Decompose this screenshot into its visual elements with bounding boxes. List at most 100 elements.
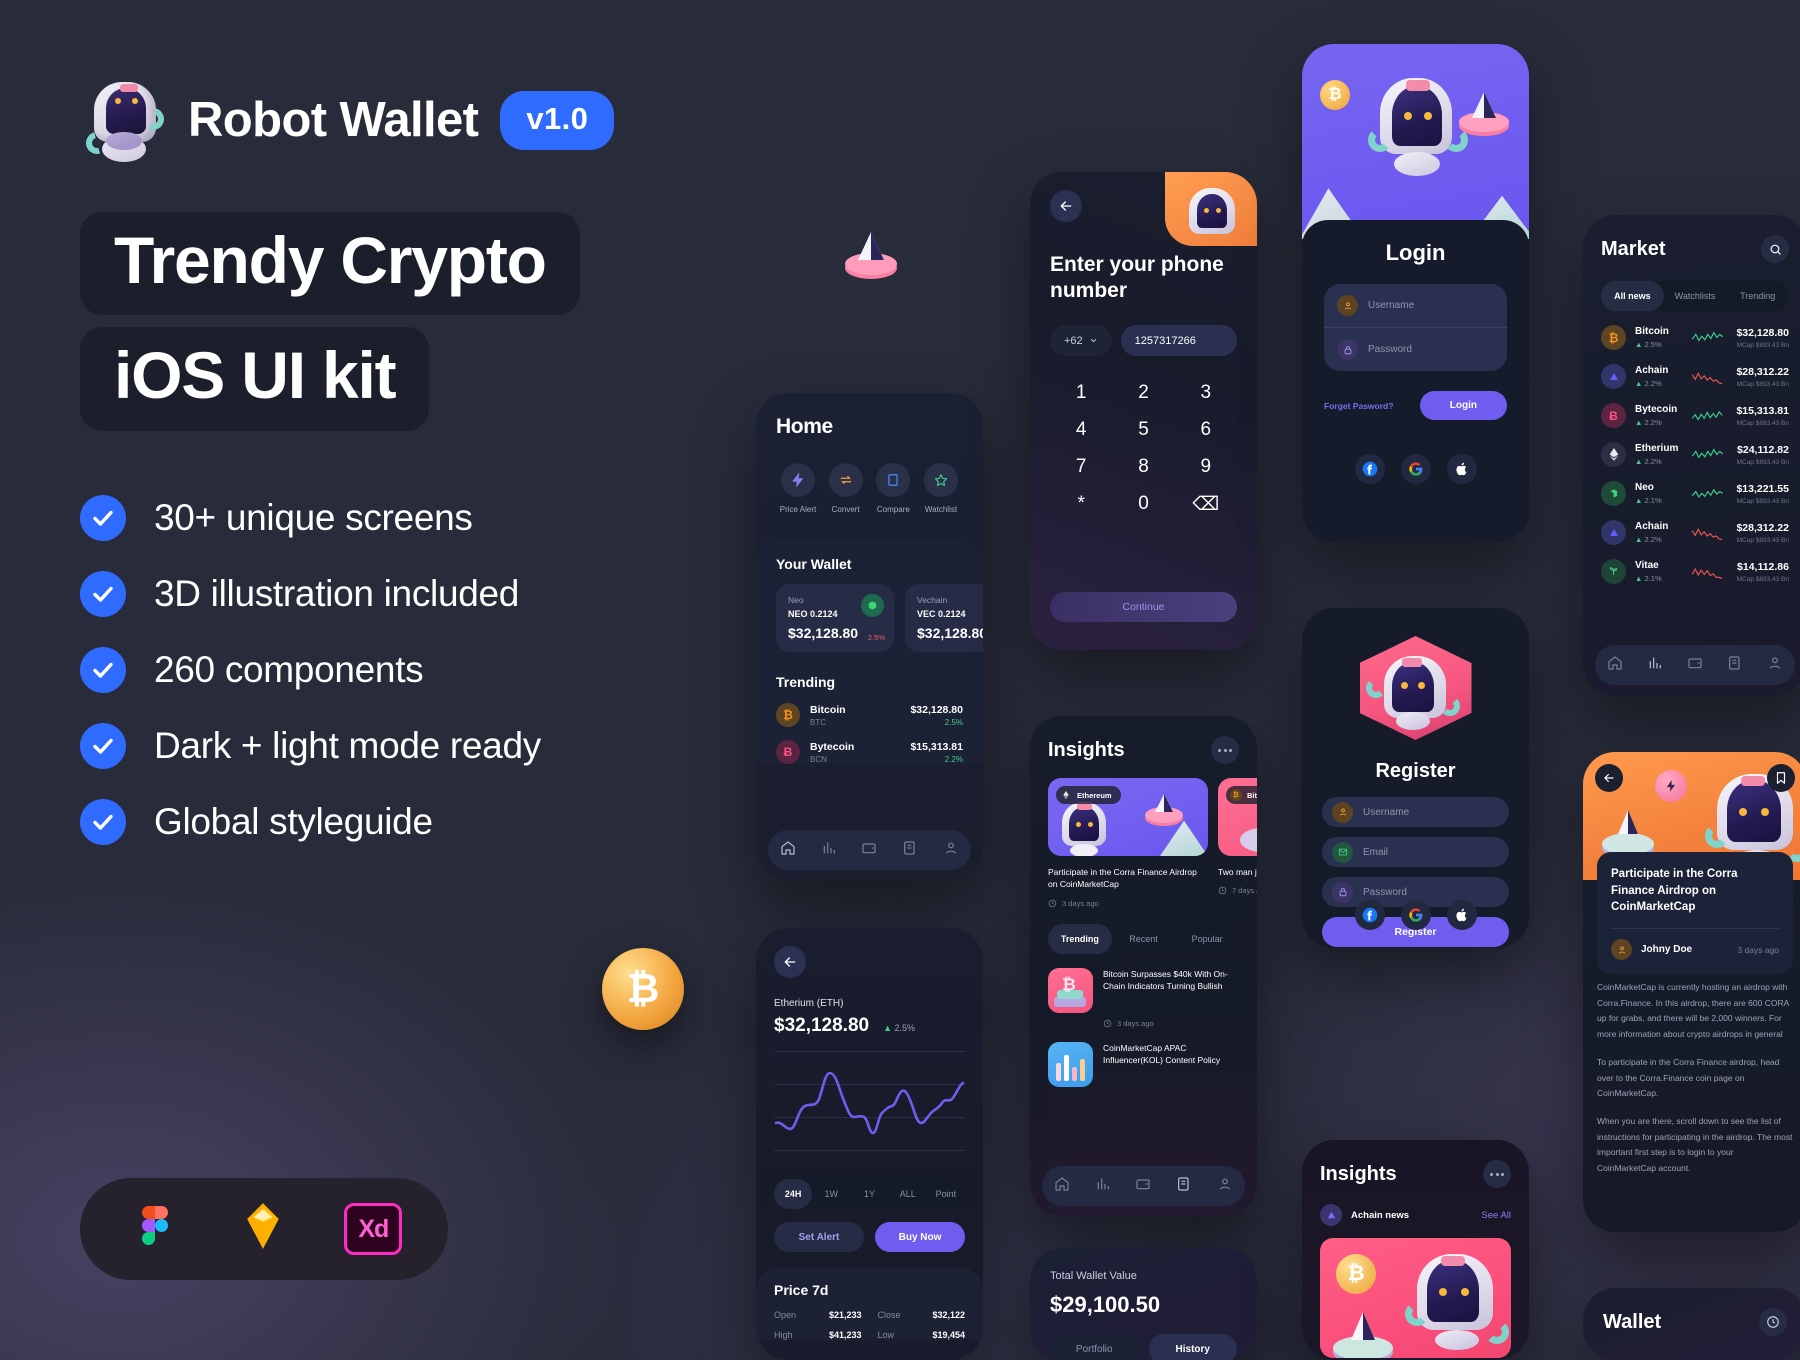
market-row[interactable]: Ƀ Bytecoin ▲ 2.2% $15,313.81 MCap $893.4… [1601, 403, 1789, 428]
phone-number-input[interactable]: 1257317266 [1120, 325, 1237, 357]
range-24h[interactable]: 24H [774, 1179, 813, 1209]
nav-news-icon[interactable] [1727, 655, 1743, 676]
swap-icon [828, 463, 863, 497]
clock-icon[interactable] [1759, 1308, 1787, 1336]
nav-news-icon[interactable] [902, 840, 918, 861]
market-row[interactable]: Etherium ▲ 2.2% $24,112.82 MCap $893.43 … [1601, 442, 1789, 467]
register-username-field[interactable]: Username [1322, 797, 1509, 827]
continue-button[interactable]: Continue [1050, 592, 1237, 622]
search-icon[interactable] [1761, 235, 1789, 263]
login-fields: Username Password [1324, 284, 1507, 371]
keypad-key-0[interactable]: 0 [1112, 493, 1174, 516]
nav-stats-icon[interactable] [821, 840, 837, 861]
nav-news-icon[interactable] [1176, 1176, 1192, 1197]
trending-row[interactable]: Ƀ Bytecoin BCN $15,313.81 2.2% [776, 740, 963, 764]
see-all-link[interactable]: See All [1481, 1210, 1511, 1221]
tab-watchlists[interactable]: Watchlists [1664, 281, 1727, 311]
wallet-card[interactable]: Neo NEO 0.2124 $32,128.80 2.5% [776, 584, 894, 652]
apple-icon[interactable] [1446, 454, 1477, 484]
forgot-password-link[interactable]: Forget Pasword? [1324, 401, 1393, 411]
featured-card[interactable]: Ethereum Participate in the Corra Financ… [1048, 778, 1208, 908]
google-icon[interactable] [1400, 454, 1431, 484]
keypad-key-9[interactable]: 9 [1175, 456, 1237, 478]
nav-profile-icon[interactable] [1767, 655, 1783, 676]
keypad-key-5[interactable]: 5 [1112, 419, 1174, 441]
news-item[interactable]: ₿ Bitcoin Surpasses $40k With On-Chain I… [1048, 967, 1239, 1013]
keypad-key-2[interactable]: 2 [1112, 382, 1174, 404]
screen-home: Home Price Alert Convert Compare Watchli… [756, 393, 983, 880]
range-all[interactable]: ALL [889, 1179, 927, 1209]
tab-portfolio[interactable]: Portfolio [1050, 1334, 1139, 1360]
keypad-key-3[interactable]: 3 [1175, 382, 1237, 404]
keypad-key-7[interactable]: 7 [1050, 456, 1112, 478]
news-item[interactable]: CoinMarketCap APAC Influencer(KOL) Conte… [1048, 1041, 1239, 1087]
keypad-key-6[interactable]: 6 [1175, 419, 1237, 441]
tab-trending[interactable]: Trending [1726, 281, 1789, 311]
nav-profile-icon[interactable] [1217, 1176, 1233, 1197]
nav-home-icon[interactable] [1607, 655, 1623, 676]
more-options-icon[interactable] [1211, 736, 1239, 764]
quick-action-convert[interactable]: Convert [824, 463, 868, 514]
login-actions: Forget Pasword? Login [1324, 391, 1507, 420]
tab-history[interactable]: History [1148, 1334, 1237, 1360]
market-row[interactable]: Achain ▲ 2.2% $28,312.22 MCap $893.43 Bn [1601, 364, 1789, 389]
nav-stats-icon[interactable] [1095, 1176, 1111, 1197]
market-row[interactable]: ₿ Bitcoin ▲ 2.5% $32,128.80 MCap $893.43… [1601, 325, 1789, 350]
phone-number-value: 1257317266 [1134, 334, 1196, 347]
tab-trending[interactable]: Trending [1048, 923, 1112, 954]
back-button[interactable] [774, 946, 806, 978]
range-point[interactable]: Point [927, 1179, 965, 1209]
market-row[interactable]: Neo ▲ 2.1% $13,221.55 MCap $893.43 Bn [1601, 481, 1789, 506]
quick-action-price-alert[interactable]: Price Alert [776, 463, 820, 514]
tab-recent[interactable]: Recent [1112, 924, 1176, 954]
buy-now-button[interactable]: Buy Now [875, 1222, 965, 1252]
range-1w[interactable]: 1W [812, 1179, 850, 1209]
trending-row[interactable]: ₿ Bitcoin BTC $32,128.80 2.5% [776, 703, 963, 727]
facebook-icon[interactable] [1354, 454, 1385, 484]
nav-wallet-icon[interactable] [861, 840, 877, 861]
nav-home-icon[interactable] [780, 840, 796, 861]
coin-change: ▲ 2.5% [1635, 340, 1662, 349]
featured-title: Two man jobs for Bitcoin co [1218, 867, 1257, 877]
insights-feed-title: Insights [1320, 1162, 1397, 1185]
keypad-key-4[interactable]: 4 [1050, 419, 1112, 441]
country-code-select[interactable]: +62 [1050, 325, 1112, 357]
bookmark-icon[interactable] [1767, 764, 1795, 792]
set-alert-button[interactable]: Set Alert [774, 1222, 864, 1252]
feature-item: Dark + light mode ready [80, 722, 760, 769]
market-tabs: All news Watchlists Trending [1601, 281, 1789, 311]
login-button[interactable]: Login [1419, 391, 1507, 420]
quick-action-compare[interactable]: Compare [871, 463, 915, 514]
more-options-icon[interactable] [1483, 1160, 1511, 1188]
username-field[interactable]: Username [1324, 284, 1507, 327]
market-row[interactable]: Achain ▲ 2.2% $28,312.22 MCap $893.43 Bn [1601, 520, 1789, 545]
back-button[interactable] [1595, 764, 1623, 792]
tab-popular[interactable]: Popular [1175, 924, 1239, 954]
nav-stats-icon[interactable] [1647, 655, 1663, 676]
price-7d-section: Price 7d Open $21,233 Close $32,122 High… [756, 1268, 983, 1340]
apple-icon[interactable] [1446, 900, 1477, 930]
market-row[interactable]: Vitae ▲ 2.1% $14,112.86 MCap $893.43 Bn [1601, 559, 1789, 584]
nav-profile-icon[interactable] [943, 840, 959, 861]
nav-wallet-icon[interactable] [1135, 1176, 1151, 1197]
wallet-title: Wallet [1603, 1310, 1662, 1333]
keypad-key-backspace[interactable]: ⌫ [1175, 493, 1237, 516]
register-email-field[interactable]: Email [1322, 837, 1509, 867]
range-1y[interactable]: 1Y [850, 1179, 888, 1209]
facebook-icon[interactable] [1354, 900, 1385, 930]
nav-wallet-icon[interactable] [1687, 655, 1703, 676]
tab-all-news[interactable]: All news [1601, 281, 1664, 311]
nav-home-icon[interactable] [1054, 1176, 1070, 1197]
price-7d-key: High [774, 1330, 793, 1340]
keypad-key-8[interactable]: 8 [1112, 456, 1174, 478]
password-field[interactable]: Password [1324, 327, 1507, 371]
keypad-key-star[interactable]: * [1050, 493, 1112, 516]
robot-hexagon-illustration [1359, 636, 1472, 740]
keypad-key-1[interactable]: 1 [1050, 382, 1112, 404]
wallet-card[interactable]: Vechain VEC 0.2124 $32,128.80 [905, 584, 983, 652]
featured-card[interactable]: ₿ Bitcoin Two man jobs for Bitcoin co 7 … [1218, 778, 1257, 908]
back-button[interactable] [1050, 190, 1082, 222]
google-icon[interactable] [1400, 900, 1431, 930]
featured-cards: Ethereum Participate in the Corra Financ… [1048, 778, 1257, 908]
quick-action-watchlist[interactable]: Watchlist [919, 463, 963, 514]
